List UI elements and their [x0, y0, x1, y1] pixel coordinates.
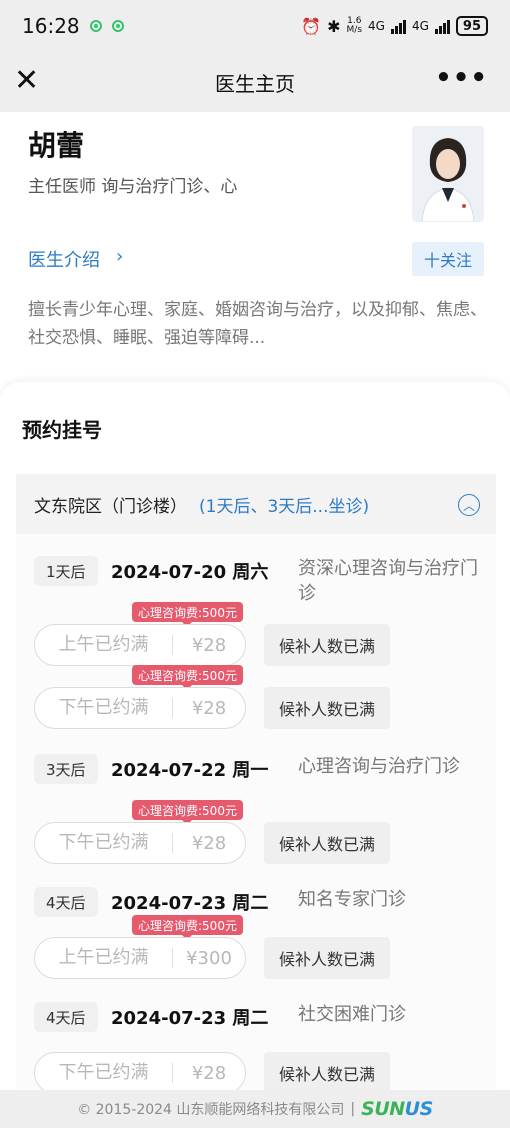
day-offset-badge: 3天后	[34, 754, 98, 784]
consult-fee-tag: 心理咨询费:500元	[132, 602, 243, 627]
doctor-expertise: 擅长青少年心理、家庭、婚姻咨询与治疗，以及抑郁、焦虑、社交恐惧、睡眠、强迫等障碍…	[28, 300, 487, 348]
schedule-list: 1天后 2024-07-20 周六 资深心理咨询与治疗门诊 心理咨询费:500元…	[16, 534, 496, 1104]
doctor-name: 胡蕾	[28, 129, 85, 162]
consult-fee-tag: 心理咨询费:500元	[132, 800, 243, 825]
status-bar: 16:28 ⏰ ✱ 1.6 M/s 4G 4G 95	[0, 0, 510, 52]
alarm-icon: ⏰	[301, 16, 322, 36]
slot-status: 上午已约满	[35, 948, 173, 968]
slot-button[interactable]: 上午已约满 ¥300	[34, 937, 246, 979]
slot-button[interactable]: 下午已约满 ¥28	[34, 822, 246, 864]
campus-header[interactable]: 文东院区（门诊楼） (1天后、3天后...坐诊) ︿	[16, 474, 496, 534]
doctor-title: 主任医师 询与治疗门诊、心	[28, 177, 238, 197]
campus-name: 文东院区（门诊楼）	[34, 496, 187, 517]
page-title: 医生主页	[215, 71, 295, 96]
signal-icon	[390, 18, 406, 34]
chevron-right-icon[interactable]: ›	[116, 246, 123, 267]
network-type-1: 4G	[368, 19, 385, 33]
doctor-avatar	[412, 126, 484, 222]
waitlist-button[interactable]: 候补人数已满	[264, 937, 390, 979]
clinic-name: 知名专家门诊	[298, 889, 406, 910]
notification-dot-icon	[111, 20, 124, 32]
booking-title: 预约挂号	[22, 418, 102, 442]
waitlist-button[interactable]: 候补人数已满	[264, 624, 390, 666]
slot-button[interactable]: 下午已约满 ¥28	[34, 687, 246, 729]
slot-price: ¥300	[186, 947, 232, 969]
close-icon[interactable]: ✕	[14, 66, 39, 96]
day-offset-badge: 4天后	[34, 887, 98, 917]
booking-panel: 预约挂号 文东院区（门诊楼） (1天后、3天后...坐诊) ︿ 1天后 2024…	[0, 382, 510, 1104]
status-icons: ⏰ ✱ 1.6 M/s 4G 4G 95	[301, 16, 488, 36]
footer: © 2015-2024 山东顺能网络科技有限公司 | SUNUS	[0, 1090, 510, 1128]
slot-status: 下午已约满	[35, 1063, 173, 1083]
time-slot: 心理咨询费:500元 下午已约满 ¥28 候补人数已满	[16, 665, 496, 731]
day-date: 2024-07-23 周二	[111, 1008, 269, 1029]
slot-button[interactable]: 下午已约满 ¥28	[34, 1052, 246, 1094]
day-date: 2024-07-23 周二	[111, 893, 269, 914]
time-slot: 心理咨询费:500元 上午已约满 ¥300 候补人数已满	[16, 915, 496, 981]
doctor-header: 胡蕾 主任医师 询与治疗门诊、心 医生介绍 › 十关注 擅长青少年心理、家庭、婚…	[0, 112, 510, 402]
time-slot: 心理咨询费:500元 上午已约满 ¥28 候补人数已满	[16, 602, 496, 668]
bluetooth-icon: ✱	[327, 16, 341, 36]
slot-status: 下午已约满	[35, 698, 173, 718]
battery-icon: 95	[455, 16, 488, 36]
network-type-2: 4G	[411, 19, 429, 33]
status-time: 16:28	[22, 14, 80, 38]
more-icon[interactable]: •••	[435, 65, 488, 91]
day-offset-badge: 1天后	[34, 556, 98, 586]
copyright-text: © 2015-2024 山东顺能网络科技有限公司	[77, 1102, 345, 1118]
signal-icon	[434, 18, 450, 34]
notification-dot-icon	[89, 20, 102, 32]
network-speed: 1.6 M/s	[346, 16, 363, 35]
day-offset-badge: 4天后	[34, 1002, 98, 1032]
consult-fee-tag: 心理咨询费:500元	[132, 665, 243, 690]
clinic-name: 心理咨询与治疗门诊	[298, 756, 460, 777]
brand-logo: SUNUS	[361, 1098, 433, 1120]
clinic-name: 社交困难门诊	[298, 1004, 406, 1025]
campus-schedule: (1天后、3天后...坐诊)	[199, 496, 370, 517]
waitlist-button[interactable]: 候补人数已满	[264, 687, 390, 729]
slot-status: 上午已约满	[35, 635, 173, 655]
waitlist-button[interactable]: 候补人数已满	[264, 822, 390, 864]
follow-button[interactable]: 十关注	[412, 242, 484, 276]
day-date: 2024-07-20 周六	[111, 562, 269, 583]
doctor-intro-link[interactable]: 医生介绍	[28, 246, 100, 272]
nav-bar: ✕ 医生主页 •••	[0, 52, 510, 112]
footer-separator: |	[350, 1101, 356, 1117]
time-slot: 心理咨询费:500元 下午已约满 ¥28 候补人数已满	[16, 800, 496, 866]
slot-status: 下午已约满	[35, 833, 173, 853]
slot-price: ¥28	[191, 697, 227, 719]
slot-price: ¥28	[191, 1062, 227, 1084]
slot-button[interactable]: 上午已约满 ¥28	[34, 624, 246, 666]
consult-fee-tag: 心理咨询费:500元	[132, 915, 243, 940]
day-date: 2024-07-22 周一	[111, 760, 269, 781]
clinic-name: 资深心理咨询与治疗门诊	[298, 558, 478, 604]
waitlist-button[interactable]: 候补人数已满	[264, 1052, 390, 1094]
slot-price: ¥28	[191, 832, 227, 854]
chevron-up-icon[interactable]: ︿	[458, 494, 480, 516]
slot-price: ¥28	[191, 634, 227, 656]
